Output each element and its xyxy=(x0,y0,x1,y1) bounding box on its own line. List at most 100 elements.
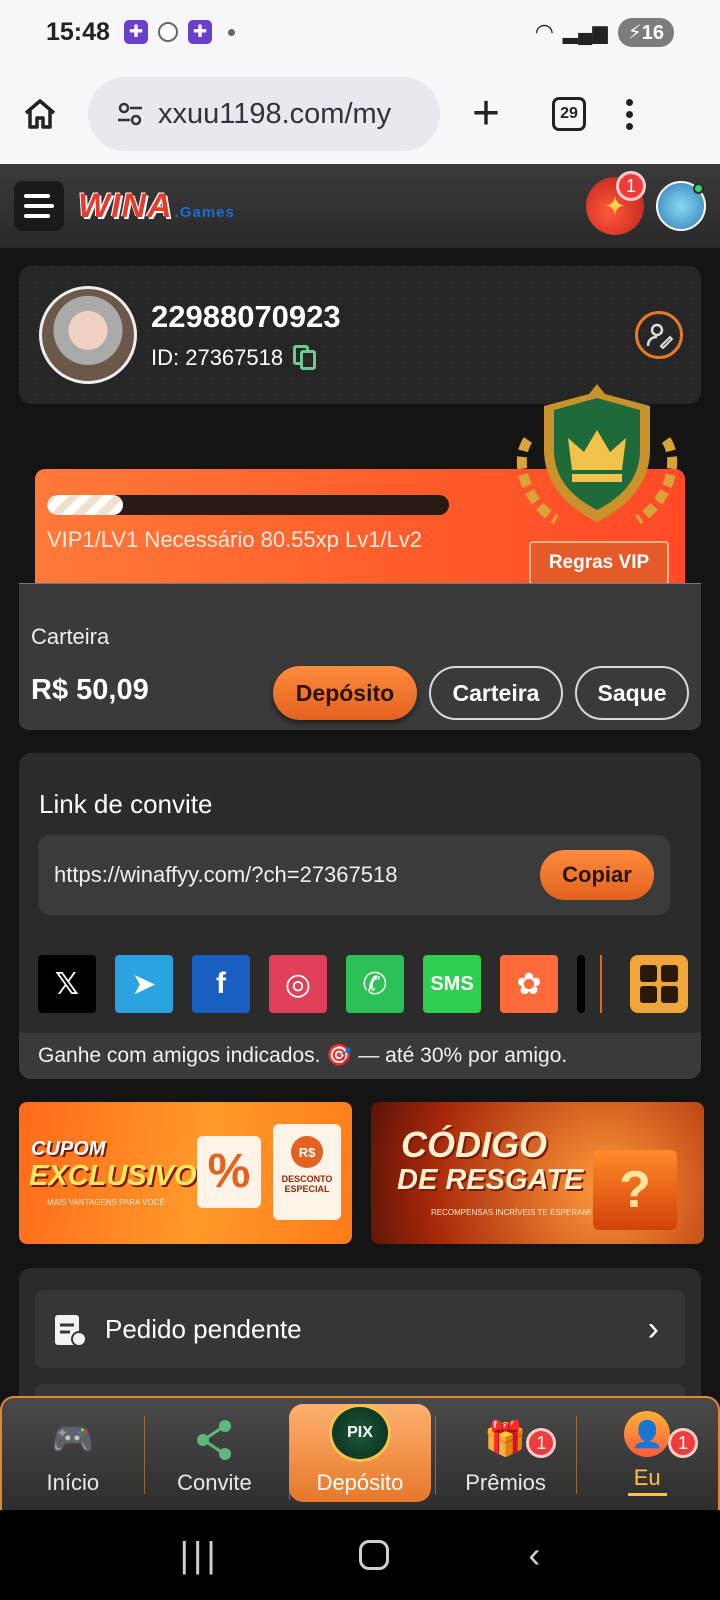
back-icon[interactable]: ‹ xyxy=(528,1534,540,1576)
browser-menu-icon[interactable] xyxy=(626,98,634,130)
battery-level: 16 xyxy=(641,21,664,44)
nav-me-label: Eu xyxy=(627,1465,667,1496)
gift-badge: 1 xyxy=(616,171,646,201)
bottom-navigation: 🎮 Início Convite PIX Depósito 🎁 1 Prêmio… xyxy=(0,1396,720,1510)
orders-icon xyxy=(55,1315,87,1347)
invite-link-box: https://winaffyy.com/?ch=27367518 Copiar xyxy=(38,835,670,915)
share-whatsapp-icon[interactable]: ✆ xyxy=(346,955,404,1013)
share-x-icon[interactable]: 𝕏 xyxy=(38,955,96,1013)
wifi-icon: ◠ xyxy=(535,19,553,44)
redeem-tagline: RECOMPENSAS INCRÍVEIS TE ESPERAM! xyxy=(431,1208,592,1217)
coupon-percent: % xyxy=(197,1136,261,1208)
wallet-label: Carteira xyxy=(31,624,110,649)
nav-deposit[interactable]: PIX Depósito xyxy=(289,1404,431,1502)
game-app-icon-2: ✚ xyxy=(187,20,212,44)
edit-profile-button[interactable] xyxy=(635,311,683,359)
invite-card: Link de convite https://winaffyy.com/?ch… xyxy=(19,753,701,1079)
share-sms-icon[interactable]: SMS xyxy=(423,955,481,1013)
user-id: ID: 27367518 xyxy=(151,345,284,370)
signal-icon: ▂▄▆ xyxy=(562,21,608,44)
more-notifications-icon xyxy=(227,28,235,36)
coupon-line2: EXCLUSIVO xyxy=(29,1160,197,1192)
vip-shield-icon xyxy=(516,384,678,525)
coupon-ticket: R$ DESCONTO ESPECIAL xyxy=(273,1124,341,1220)
coupon-ticket-top: R$ xyxy=(291,1136,323,1168)
redeem-line2: DE RESGATE xyxy=(397,1164,584,1196)
nav-rewards-label: Prêmios xyxy=(465,1470,546,1495)
invite-footer-text: Ganhe com amigos indicados. 🎯 — até 30% … xyxy=(19,1033,701,1079)
site-settings-icon[interactable] xyxy=(116,100,144,128)
url-text: xxuu1198.com/my xyxy=(158,97,392,130)
chevron-right-icon: › xyxy=(647,1309,659,1348)
nav-home[interactable]: 🎮 Início xyxy=(2,1398,144,1510)
site-header: WINA .Games ✦ 1 xyxy=(0,164,720,248)
edit-user-icon xyxy=(646,323,673,349)
redeem-line1: CÓDIGO xyxy=(401,1124,548,1165)
share-kwai-icon[interactable]: ✿ xyxy=(500,955,558,1013)
header-avatar[interactable] xyxy=(656,181,706,231)
deposit-button[interactable]: Depósito xyxy=(273,666,417,720)
exclusive-coupon-banner[interactable]: CUPOM EXCLUSIVO MAIS VANTAGENS PARA VOCÊ… xyxy=(19,1102,352,1244)
gamepad-icon: 🎮 xyxy=(51,1420,94,1458)
wallet-balance: R$ 50,09 xyxy=(31,674,149,706)
online-indicator xyxy=(693,183,704,194)
redeem-code-banner[interactable]: CÓDIGO DE RESGATE RECOMPENSAS INCRÍVEIS … xyxy=(371,1102,704,1244)
nav-home-label: Início xyxy=(46,1470,100,1495)
share-divider xyxy=(600,955,602,1013)
gift-icon: 🎁 xyxy=(484,1420,527,1458)
vip-requirement-text: VIP1/LV1 Necessário 80.55xp Lv1/Lv2 xyxy=(47,527,423,552)
browser-toolbar: xxuu1198.com/my + 29 xyxy=(0,64,720,164)
coupon-tagline: MAIS VANTAGENS PARA VOCÊ xyxy=(47,1198,165,1207)
withdraw-button[interactable]: Saque xyxy=(575,666,689,720)
copy-link-button[interactable]: Copiar xyxy=(540,850,654,900)
share-facebook-icon[interactable]: f xyxy=(192,955,250,1013)
url-bar[interactable]: xxuu1198.com/my xyxy=(88,77,440,151)
battery-indicator: ⚡16 xyxy=(617,17,674,47)
chrome-icon xyxy=(157,22,178,42)
invite-title: Link de convite xyxy=(39,789,213,819)
home-circle-icon[interactable] xyxy=(359,1540,390,1570)
home-icon[interactable] xyxy=(20,94,60,134)
game-app-icon: ✚ xyxy=(123,20,148,44)
vip-rules-button[interactable]: Regras VIP xyxy=(529,541,669,585)
pending-orders-label: Pedido pendente xyxy=(105,1313,302,1344)
pix-icon: PIX xyxy=(328,1404,391,1462)
nav-invite[interactable]: Convite xyxy=(143,1398,286,1510)
user-avatar[interactable] xyxy=(39,286,137,384)
status-bar: 15:48 ✚ ✚ ◠ ▂▄▆ ⚡16 xyxy=(0,0,720,64)
share-instagram-icon[interactable]: ◎ xyxy=(269,955,327,1013)
account-menu: Pedido pendente › xyxy=(19,1268,701,1424)
share-overflow-edge xyxy=(577,955,585,1013)
mystery-box-icon: ? xyxy=(593,1150,677,1230)
user-profile-icon: 👤 xyxy=(624,1411,671,1457)
hamburger-menu-button[interactable] xyxy=(14,181,64,231)
more-share-options-icon[interactable] xyxy=(630,955,688,1013)
pending-orders-item[interactable]: Pedido pendente › xyxy=(35,1290,685,1368)
logo-main-text: WINA xyxy=(78,186,173,225)
status-time: 15:48 xyxy=(46,17,110,46)
rewards-badge: 1 xyxy=(526,1428,557,1458)
username: 22988070923 xyxy=(151,299,341,334)
logo-sub-text: .Games xyxy=(174,203,235,221)
vip-progress-fill xyxy=(47,495,124,515)
site-logo[interactable]: WINA .Games xyxy=(78,187,235,226)
new-tab-icon[interactable]: + xyxy=(472,90,500,138)
invite-link: https://winaffyy.com/?ch=27367518 xyxy=(54,862,398,887)
share-row: 𝕏 ➤ f ◎ ✆ SMS ✿ xyxy=(38,955,688,1013)
system-navigation-bar: ||| ‹ xyxy=(0,1510,720,1600)
tab-switcher-button[interactable]: 29 xyxy=(552,97,587,131)
wallet-button[interactable]: Carteira xyxy=(429,666,563,720)
share-telegram-icon[interactable]: ➤ xyxy=(115,955,173,1013)
nav-me[interactable]: 👤 1 Eu xyxy=(576,1398,718,1510)
coupon-line1: CUPOM xyxy=(31,1138,106,1160)
recent-apps-icon[interactable]: ||| xyxy=(180,1534,220,1576)
red-envelope-gift-button[interactable]: ✦ 1 xyxy=(586,171,646,235)
coupon-ticket-bottom: DESCONTO ESPECIAL xyxy=(281,1174,333,1194)
wallet-card: Carteira R$ 50,09 Depósito Carteira Saqu… xyxy=(19,583,701,730)
me-badge: 1 xyxy=(667,1428,698,1458)
copy-id-icon[interactable] xyxy=(293,345,319,371)
nav-invite-label: Convite xyxy=(177,1470,252,1495)
vip-progress-bar xyxy=(47,495,449,515)
nav-rewards[interactable]: 🎁 1 Prêmios xyxy=(434,1398,577,1510)
share-icon xyxy=(197,1420,232,1460)
